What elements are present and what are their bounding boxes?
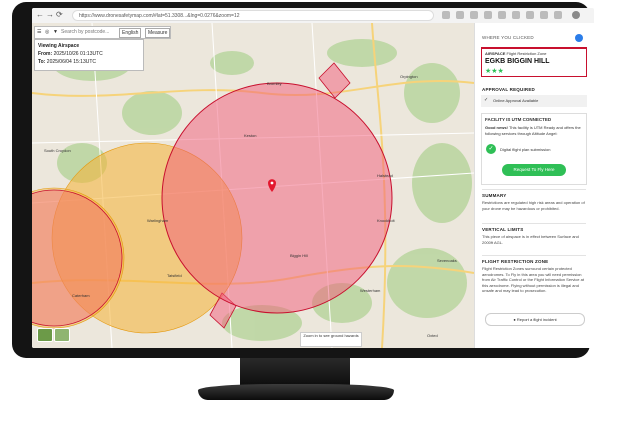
extension-icon[interactable] xyxy=(540,11,548,19)
viewing-airspace-box: Viewing Airspace From: 2025/10/26 01:13U… xyxy=(34,39,144,71)
frz-heading: FLIGHT RESTRICTION ZONE xyxy=(482,259,549,264)
place-label: Oxted xyxy=(427,333,438,338)
divider xyxy=(482,255,586,256)
extension-icon[interactable] xyxy=(484,11,492,19)
where-clicked-label: WHERE YOU CLICKED xyxy=(482,35,534,40)
airspace-card[interactable]: AIRSPACE Flight Restriction Zone EGKB BI… xyxy=(481,47,587,77)
place-label: Biggin Hill xyxy=(290,253,308,258)
alert-icon: ● xyxy=(513,317,516,322)
menu-icon[interactable]: ☰ xyxy=(37,27,41,38)
place-label: Knockholt xyxy=(377,218,395,223)
extension-icon[interactable] xyxy=(526,11,534,19)
place-label: Warlingham xyxy=(147,218,169,223)
screen: ← → ⟳ https://www.dronesafetymap.com/#la… xyxy=(32,8,594,348)
frz-text: Flight Restriction Zones surround certai… xyxy=(482,266,584,293)
report-label: Report a flight incident xyxy=(516,317,557,322)
map-canvas[interactable]: Orpington Bromley Biggin Hill Westerham … xyxy=(32,23,474,348)
forward-icon[interactable]: → xyxy=(46,10,54,20)
place-label: Caterham xyxy=(72,293,90,298)
place-label: Sevenoaks xyxy=(437,258,457,263)
summary-heading: SUMMARY xyxy=(482,193,507,198)
from-label: From: xyxy=(38,51,53,57)
layers-icon[interactable]: ◎ xyxy=(45,27,49,38)
place-label: Bromley xyxy=(267,81,282,86)
report-incident-button[interactable]: ● Report a flight incident xyxy=(485,313,585,326)
divider xyxy=(482,189,586,190)
back-icon[interactable]: ← xyxy=(36,10,44,20)
monitor-base xyxy=(198,384,394,400)
approval-heading: APPROVAL REQUIRED xyxy=(482,87,535,92)
viewing-title: Viewing Airspace xyxy=(38,43,80,49)
bookmark-icon[interactable] xyxy=(442,11,450,19)
vertical-limits-text: This piece of airspace is in effect betw… xyxy=(482,234,579,245)
extension-icon[interactable] xyxy=(498,11,506,19)
search-input[interactable]: Search by postcode... xyxy=(61,27,117,38)
rating-stars: ★★★ xyxy=(485,68,504,75)
to-label: To: xyxy=(38,59,46,65)
divider xyxy=(482,223,586,224)
request-to-fly-button[interactable]: Request To Fly Here xyxy=(502,164,566,176)
extension-icon[interactable] xyxy=(456,11,464,19)
utm-card: FACILITY IS UTM CONNECTED Good news! Thi… xyxy=(481,113,587,185)
check-icon: ✓ xyxy=(484,97,489,103)
from-value[interactable]: 2025/10/26 01:13UTC xyxy=(54,51,103,57)
check-circle-icon: ✓ xyxy=(486,144,496,154)
info-panel: WHERE YOU CLICKED AIRSPACE Flight Restri… xyxy=(474,23,594,348)
place-label: Westerham xyxy=(360,288,381,293)
measure-button[interactable]: Measure xyxy=(145,28,171,38)
place-label: Orpington xyxy=(400,74,418,79)
approval-row: ✓ Online Approval Available xyxy=(481,95,587,107)
extension-icon[interactable] xyxy=(512,11,520,19)
profile-avatar[interactable] xyxy=(572,11,580,19)
digital-submission-text: Digital flight plan submission xyxy=(500,147,551,152)
map-search-toolbar: ☰ ◎ ▼ Search by postcode... English Meas… xyxy=(34,26,171,39)
map-layer-toggle[interactable] xyxy=(37,328,53,342)
extension-icon[interactable] xyxy=(470,11,478,19)
to-value[interactable]: 2025/06/04 15:13UTC xyxy=(47,59,96,65)
filter-icon[interactable]: ▼ xyxy=(53,27,58,38)
browser-toolbar: ← → ⟳ https://www.dronesafetymap.com/#la… xyxy=(32,8,594,24)
place-label: Keston xyxy=(244,133,257,138)
place-label: South Croydon xyxy=(44,148,71,153)
place-label: Halstead xyxy=(377,173,393,178)
utm-heading: FACILITY IS UTM CONNECTED xyxy=(485,117,552,122)
zoom-hint: Zoom in to see ground hazards xyxy=(300,332,362,347)
airspace-label: AIRSPACE xyxy=(485,51,506,56)
airspace-type: Flight Restriction Zone xyxy=(506,51,547,56)
extension-icon[interactable] xyxy=(554,11,562,19)
place-label: Tatsfield xyxy=(167,273,182,278)
map-layer[interactable] xyxy=(32,23,474,348)
address-bar[interactable]: https://www.dronesafetymap.com/#lat=51.3… xyxy=(72,10,434,21)
summary-text: Restrictions are regulated high risk are… xyxy=(482,200,585,211)
airspace-name: EGKB BIGGIN HILL xyxy=(485,58,550,65)
utm-good-news: Good news! xyxy=(485,125,508,130)
reload-icon[interactable]: ⟳ xyxy=(56,10,63,20)
satellite-layer-toggle[interactable] xyxy=(54,328,70,342)
online-approval-text: Online Approval Available xyxy=(493,98,539,103)
language-select[interactable]: English xyxy=(119,28,142,38)
info-icon[interactable] xyxy=(575,34,583,42)
monitor-neck xyxy=(240,358,350,386)
vertical-limits-heading: VERTICAL LIMITS xyxy=(482,227,524,232)
monitor-bezel: ← → ⟳ https://www.dronesafetymap.com/#la… xyxy=(12,2,594,358)
